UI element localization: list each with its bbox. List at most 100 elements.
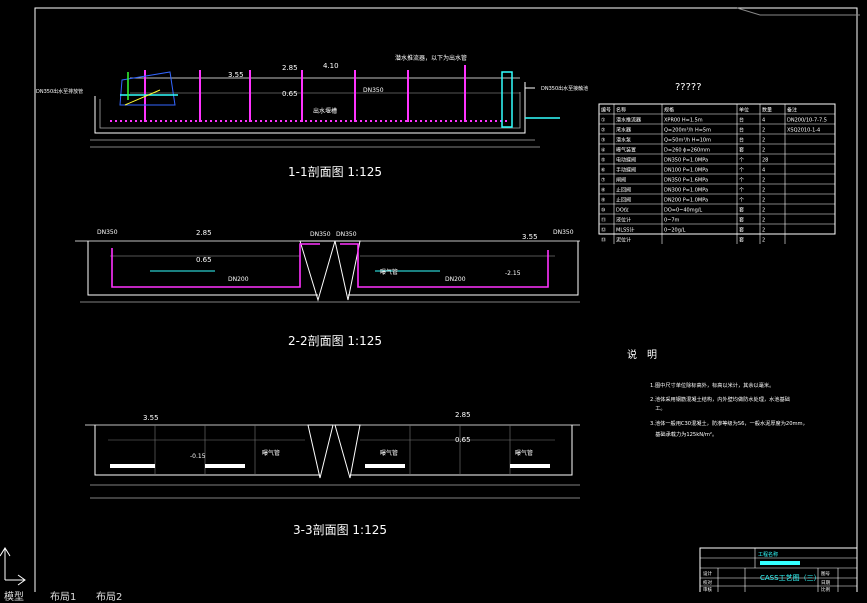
table-cell: 个 [739,198,744,204]
section-1-1[interactable]: 3.55 2.85 4.10 0.65 DN350 出水堰槽 潜水推流器，以下为… [36,54,588,179]
label-right: DN350出水至接触池 [541,85,588,92]
dim2-e: DN350 [336,231,357,238]
table-cell: 潜水泵 [616,137,631,144]
table-cell: DN100 P=1.0MPa [664,168,708,174]
top-note: 潜水推流器，以下为出水管 [395,54,467,62]
table-cell: MLSS计 [616,227,634,234]
section-2-2[interactable]: DN350 2.85 0.65 DN350 DN350 3.55 DN200 D… [75,229,580,348]
dim2-a: DN350 [97,229,118,236]
dim-f: 出水堰槽 [313,107,337,115]
table-cell: ⑪ [601,217,606,224]
dim2-g: DN200 [228,276,249,283]
table-cell: 套 [739,217,744,224]
table-cell: ⑨ [601,198,605,204]
dim-d: 0.65 [282,90,298,98]
table-cell: Q=50m³/h H=10m [664,138,711,144]
tb-s2: 日期 [821,580,830,586]
section-2-title: 2-2剖面图 1:125 [288,334,382,348]
table-cell: 4 [762,168,765,174]
tab-layout2[interactable]: 布局2 [96,592,122,603]
tb-r1: 设计 [703,570,712,577]
table-header-cell: 编号 [601,107,611,114]
title-highlight [760,561,800,565]
table-cell: 台 [739,137,744,144]
table-cell: DO=0~40mg/L [664,208,702,214]
table-cell: 套 [739,227,744,234]
dim3-a: 3.55 [143,414,159,422]
table-cell: DO仪 [616,208,629,214]
dim3-e: 曝气管 [262,449,280,457]
table-cell: 个 [739,178,744,184]
dim2-i: -2.15 [505,270,521,277]
dim-b: 2.85 [282,64,298,72]
table-cell: 2 [762,178,765,184]
label-left: DN350出水至排放管 [36,88,83,95]
table-cell: 止回阀 [616,187,631,194]
dim-e: DN350 [363,87,384,94]
pipe-right-2 [340,243,549,288]
divider-wall-1 [299,240,336,302]
dim2-k: DN350 [553,229,574,236]
table-cell: 4 [762,118,765,124]
table-cell: 曝气装置 [616,147,636,154]
table-cell: 泥位计 [616,237,631,244]
table-cell: 滗水器 [616,127,631,134]
inlet-ramp [124,89,161,106]
table-cell: 个 [739,168,744,174]
table-cell: 2 [762,138,765,144]
note-line-2: 2.池体采用钢筋混凝土结构，内外壁均做防水处理，水池基础 [650,395,790,403]
note-line-1: 1.图中尺寸单位除标高外，标高以米计，其余以毫米。 [650,381,774,389]
table-header-cell: 单位 [739,107,749,114]
section-3-title: 3-3剖面图 1:125 [293,523,387,537]
title-block-lines [700,548,857,593]
note-line-4: 3.池体一般用C30混凝土，防渗等级为S6，一般水泥厚度为20mm， [650,419,808,427]
table-header-cell: 名称 [616,107,626,114]
dim3-d: -0.15 [190,453,206,460]
table-cell: ⑩ [601,208,606,214]
table-cell: DN300 P=1.0MPa [664,188,708,194]
table-cell: 2 [762,188,765,194]
table-cell: 套 [739,207,744,214]
table-cell: XSQ2010-1-4 [787,128,820,134]
table-cells: 编号 名称 规格 单位 数量 备注 ① 潜水推流器 XPR00 H=1.5m 台 4 DN200/10… [601,107,827,244]
dim2-j: 曝气管 [380,268,398,276]
diffusers-3 [110,464,550,468]
equipment-table[interactable]: ????? 编号 名称 规格 单位 数量 备注 ① 潜水推流器 XPR00 H=1.5m 台 4 DN… [598,82,836,244]
ucs-icon [0,547,26,586]
table-cell: 液位计 [616,217,631,224]
cad-drawing-canvas[interactable]: 3.55 2.85 4.10 0.65 DN350 出水堰槽 潜水推流器，以下为… [0,0,867,603]
table-cell: 2 [762,218,765,224]
dim3-g: 曝气管 [515,449,533,457]
pipe-left-2 [111,243,320,288]
note-line-5: 基础承载力为125kN/m²。 [650,430,717,438]
tab-model[interactable]: 模型 [4,592,24,603]
tank1-outline [94,82,526,134]
section-3-3[interactable]: 3.55 2.85 0.65 -0.15 曝气管 曝气管 曝气管 3-3剖面图 … [85,411,580,537]
table-cell: 潜水推流器 [616,117,641,124]
table-cell: ⑬ [601,237,606,244]
table-cell: ⑥ [601,168,606,174]
table-header-cell: 规格 [664,107,674,114]
table-gridlines [599,104,835,244]
dim2-h: DN200 [445,276,466,283]
table-cell: 2 [762,208,765,214]
notes-title: 说 明 [627,348,657,361]
note-line-3: 工。 [650,405,666,412]
title-block[interactable]: 工程名称 CASS工艺图（三） 设计 校对 审核 图号 日期 比例 [699,547,858,594]
table-cell: XPR00 H=1.5m [664,118,703,124]
table-header-cell: 备注 [787,107,797,114]
tab-layout1[interactable]: 布局1 [50,592,76,603]
section-1-title: 1-1剖面图 1:125 [288,165,382,179]
table-cell: 0~20g/L [664,228,686,234]
dim2-f: 3.55 [522,233,538,241]
drawing-name: CASS工艺图（三） [760,574,821,582]
table-cell: 2 [762,128,765,134]
tank1-inner-wall [99,92,521,129]
dim2-c: 0.65 [196,256,212,264]
table-cell: 2 [762,148,765,154]
dim-c: 4.10 [323,62,339,70]
table-cell: 0~7m [664,218,680,224]
table-cell: ② [601,128,606,134]
divider-wall-2 [334,240,361,301]
aeration-risers [144,65,466,122]
